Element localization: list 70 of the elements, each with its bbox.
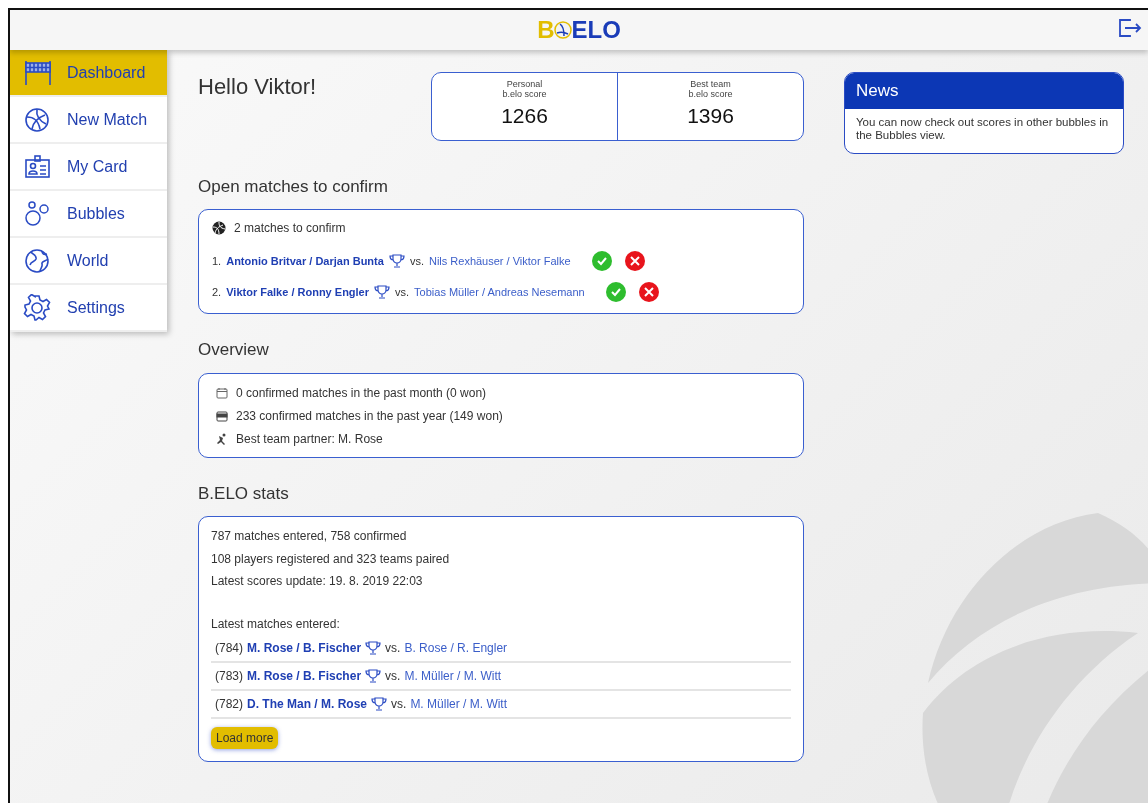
overview-text: Best team partner: M. Rose: [236, 431, 383, 449]
trophy-icon: [365, 639, 382, 656]
reject-button[interactable]: [638, 281, 659, 302]
trophy-icon: [371, 695, 388, 712]
section-heading: Open matches to confirm: [198, 177, 389, 198]
player-icon: [216, 433, 228, 446]
section-heading: Overview: [198, 340, 270, 361]
volleyball-icon: [23, 105, 51, 134]
close-icon: [643, 286, 654, 297]
trophy-icon: [365, 667, 382, 684]
opponent-name: Nils Rexhäuser / Viktor Falke: [428, 253, 571, 269]
calendar-icon: [216, 387, 228, 400]
greeting-heading: Hello Viktor!: [198, 73, 317, 101]
sidebar-item[interactable]: New Match: [10, 97, 167, 144]
versus-label: vs.: [409, 253, 424, 269]
net-icon: [23, 58, 51, 87]
team-name: M. Rose / B. Fischer: [247, 639, 362, 657]
team-name: Viktor Falke / Ronny Engler: [226, 284, 370, 300]
calendar-icon: [216, 410, 228, 423]
stat-text: Latest scores update: 19. 8. 2019 22:03: [211, 573, 424, 591]
match-id: (782): [215, 695, 243, 713]
match-id: (783): [215, 667, 243, 685]
volleyball-icon: [553, 21, 572, 39]
opponent-name: M. Müller / M. Witt: [404, 667, 502, 685]
opponent-name: M. Müller / M. Witt: [410, 695, 508, 713]
logo-text: B: [537, 18, 554, 42]
confirm-button[interactable]: [591, 250, 612, 271]
trophy-icon: [388, 252, 405, 269]
confirm-button[interactable]: [605, 281, 626, 302]
overview-text: 233 confirmed matches in the past year (149 won): [236, 408, 503, 426]
trophy-icon: [374, 283, 391, 300]
opponent-name: B. Rose / R. Engler: [404, 639, 508, 657]
summary-text: 2 matches to confirm: [234, 220, 346, 238]
settings-icon: [23, 293, 51, 322]
versus-label: vs.: [391, 695, 407, 713]
sidebar-item[interactable]: My Card: [10, 144, 167, 191]
logout-icon[interactable]: [1118, 18, 1142, 38]
versus-label: vs.: [395, 284, 410, 300]
stat-text: 108 players registered and 323 teams paired: [211, 550, 451, 568]
versus-label: vs.: [385, 639, 401, 657]
versus-label: vs.: [385, 667, 401, 685]
logo-text: ELO: [571, 18, 621, 42]
section-heading: B.ELO stats: [198, 483, 290, 505]
team-name: D. The Man / M. Rose: [247, 695, 368, 713]
reject-button[interactable]: [624, 250, 645, 271]
score-value: 1266: [500, 102, 549, 128]
team-name: M. Rose / B. Fischer: [247, 667, 362, 685]
news-title: News: [845, 73, 1123, 109]
sidebar-item[interactable]: World: [10, 238, 167, 285]
close-icon: [629, 255, 640, 266]
volleyball-icon: [212, 221, 226, 236]
score-value: 1396: [686, 102, 735, 128]
match-number: 2.: [212, 284, 222, 300]
sidebar-item[interactable]: Dashboard: [10, 50, 167, 97]
sidebar-item[interactable]: Bubbles: [10, 191, 167, 238]
news-text: You can now check out scores in other bubbles in the Bubbles view.: [855, 114, 1110, 144]
load-more-button[interactable]: Load more: [211, 726, 279, 749]
team-name: Antonio Britvar / Darjan Bunta: [226, 253, 384, 269]
bubbles-icon: [23, 199, 51, 228]
opponent-name: Tobias Müller / Andreas Nesemann: [414, 284, 585, 300]
globe-icon: [23, 246, 51, 275]
sidebar-item[interactable]: Settings: [10, 285, 167, 332]
score-label: Personal b.elo score: [501, 79, 548, 100]
stat-text: 787 matches entered, 758 confirmed: [211, 528, 408, 546]
match-number: 1.: [212, 253, 222, 269]
latest-heading: Latest matches entered:: [211, 615, 341, 633]
score-label: Best team b.elo score: [687, 79, 734, 100]
overview-text: 0 confirmed matches in the past month (0 won): [236, 385, 487, 403]
match-id: (784): [215, 639, 243, 657]
id-card-icon: [23, 152, 51, 181]
